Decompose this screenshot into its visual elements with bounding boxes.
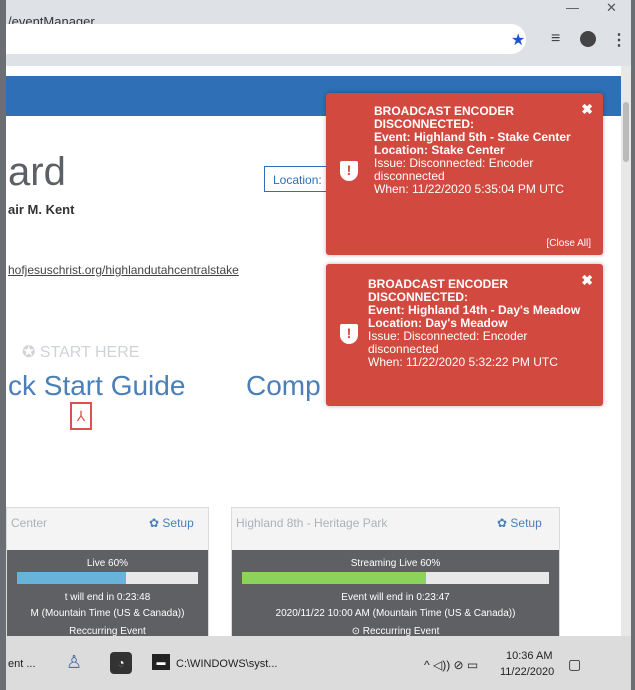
microphone-app-icon[interactable]: ♙ bbox=[66, 652, 82, 673]
shield-alert-icon: ! bbox=[340, 161, 358, 181]
reading-list-icon[interactable]: ≡ bbox=[551, 30, 560, 48]
event-end-countdown: Event will end in 0:23:47 bbox=[341, 592, 450, 603]
scroll-thumb[interactable] bbox=[623, 102, 629, 162]
address-bar[interactable] bbox=[6, 24, 526, 54]
system-tray-icons[interactable]: ^ ◁)) ⊘ ▭ bbox=[424, 658, 478, 672]
alert-issue: Issue: Disconnected: Encoder disconnecte… bbox=[374, 156, 534, 183]
browser-chrome: /eventManager — ✕ ★ ≡ ● ⋮ bbox=[6, 0, 631, 66]
stream-status-panel: Live 60% t will end in 0:23:48 M (Mounta… bbox=[7, 550, 208, 641]
event-card-title: Highland 8th - Heritage Park bbox=[236, 516, 388, 530]
bookmark-star-icon[interactable]: ★ bbox=[511, 30, 525, 50]
shield-alert-icon: ! bbox=[340, 324, 358, 344]
event-card: Highland 8th - Heritage Park ✿ Setup Str… bbox=[231, 507, 560, 642]
close-window-icon[interactable]: ✕ bbox=[606, 0, 617, 16]
clock-date[interactable]: 11/22/2020 bbox=[500, 666, 554, 678]
stream-status-label: Live 60% bbox=[86, 558, 129, 569]
progress-bar bbox=[17, 572, 198, 584]
alert-when: When: 11/22/2020 5:35:04 PM UTC bbox=[374, 182, 564, 196]
event-end-countdown: t will end in 0:23:48 bbox=[64, 592, 151, 603]
location-button[interactable]: Location: bbox=[264, 166, 334, 192]
stream-status-label: Streaming Live 60% bbox=[350, 558, 441, 569]
event-start-time: 2020/11/22 10:00 AM (Mountain Time (US &… bbox=[275, 608, 516, 619]
taskbar-app-cmd[interactable]: C:\WINDOWS\syst... bbox=[176, 658, 277, 670]
setup-button[interactable]: ✿ Setup bbox=[497, 516, 542, 530]
quick-start-guide-link[interactable]: ck Start Guide bbox=[8, 370, 185, 402]
page-scrollbar[interactable] bbox=[621, 66, 631, 636]
progress-bar bbox=[242, 572, 549, 584]
complete-guide-link[interactable]: Comp bbox=[246, 370, 321, 402]
event-start-time: M (Mountain Time (US & Canada)) bbox=[30, 608, 185, 619]
close-all-link[interactable]: [Close All] bbox=[547, 238, 591, 249]
encoder-alert-toast: ! ✖ BROADCAST ENCODER DISCONNECTED: Even… bbox=[326, 264, 603, 406]
minimize-icon[interactable]: — bbox=[566, 0, 579, 15]
clock-time[interactable]: 10:36 AM bbox=[506, 650, 552, 662]
alert-text: BROADCAST ENCODER DISCONNECTED: Event: H… bbox=[374, 105, 593, 196]
alert-when: When: 11/22/2020 5:32:22 PM UTC bbox=[368, 355, 558, 369]
page-title: ard bbox=[8, 150, 66, 194]
progress-bar-fill bbox=[242, 572, 427, 584]
taskbar-app-browser[interactable]: ent ... bbox=[8, 658, 36, 670]
setup-button[interactable]: ✿ Setup bbox=[149, 516, 194, 530]
screen: /eventManager — ✕ ★ ≡ ● ⋮ ard air M. Ken… bbox=[6, 0, 631, 690]
alert-text: BROADCAST ENCODER DISCONNECTED: Event: H… bbox=[368, 278, 593, 369]
stream-status-panel: Streaming Live 60% Event will end in 0:2… bbox=[232, 550, 559, 641]
user-name: air M. Kent bbox=[8, 202, 75, 217]
notification-icon[interactable]: ▢ bbox=[568, 656, 581, 673]
alert-issue: Issue: Disconnected: Encoder disconnecte… bbox=[368, 329, 528, 356]
more-menu-icon[interactable]: ⋮ bbox=[611, 30, 627, 50]
encoder-alert-toast: ! ✖ BROADCAST ENCODER DISCONNECTED: Even… bbox=[326, 93, 603, 255]
start-here-label: ✪ START HERE bbox=[22, 344, 140, 361]
progress-bar-fill bbox=[17, 572, 126, 584]
event-card-title: Center bbox=[11, 516, 48, 530]
pdf-icon[interactable]: ⅄ bbox=[70, 402, 92, 430]
windows-taskbar: ent ... ♙ ◔ ▬ C:\WINDOWS\syst... ^ ◁)) ⊘… bbox=[6, 636, 631, 690]
stake-url-link[interactable]: hofjesuschrist.org/highlandutahcentralst… bbox=[8, 263, 239, 277]
gauge-app-icon[interactable]: ◔ bbox=[110, 652, 132, 674]
event-card: Center ✿ Setup Live 60% t will end in 0:… bbox=[6, 507, 209, 642]
terminal-icon: ▬ bbox=[152, 654, 170, 670]
account-icon[interactable]: ● bbox=[580, 31, 596, 47]
